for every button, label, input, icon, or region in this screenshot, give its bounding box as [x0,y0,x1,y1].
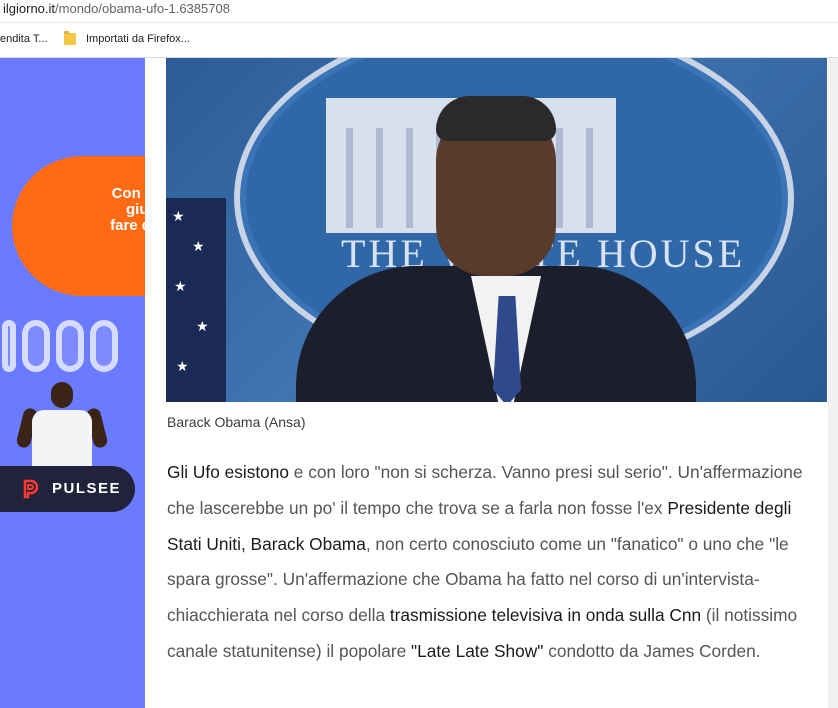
article-highlight: Gli Ufo esistono [167,462,289,482]
photo-caption: Barack Obama (Ansa) [167,414,306,430]
address-bar[interactable]: ilgiorno.it/mondo/obama-ufo-1.6385708 [0,0,838,23]
url-text[interactable]: ilgiorno.it/mondo/obama-ufo-1.6385708 [3,1,230,16]
bookmarks-bar: endita T... Importati da Firefox... [0,23,838,58]
ad-person-illustration [15,378,109,468]
article-photo: THE WHITE HOUSE ★ ★ ★ ★ ★ [166,58,827,402]
ad-brand-name: PULSEE [52,480,122,497]
article-body: Gli Ufo esistono e con loro "non si sche… [167,455,827,670]
us-flag: ★ ★ ★ ★ ★ [166,198,226,402]
balloon-digit-one [2,320,16,372]
bookmark-folder-firefox[interactable]: Importati da Firefox... [86,33,190,45]
ad-headline-bubble: Con l'energia giusta puoi fare qualsiasi… [12,156,145,296]
ad-headline: Con l'energia giusta puoi fare qualsiasi… [110,185,145,234]
speaker-figure [296,86,716,402]
ad-brand-pill[interactable]: PULSEE [0,466,135,512]
article-highlight: "Late Late Show" [411,640,544,661]
balloon-digit-zero [90,320,118,372]
folder-icon [64,31,76,45]
advertisement-banner[interactable]: Con l'energia giusta puoi fare qualsiasi… [0,58,145,708]
pulsee-logo-icon [23,479,38,499]
scrollbar[interactable] [828,58,838,708]
balloon-digit-zero [22,320,50,372]
bookmark-item[interactable]: endita T... [0,33,48,45]
article-highlight: trasmissione televisiva in onda sulla Cn… [389,605,702,626]
url-path: /mondo/obama-ufo-1.6385708 [55,1,230,16]
article-text: condotto da James Corden. [543,640,761,661]
balloon-digit-zero [56,320,84,372]
url-domain: ilgiorno.it [3,1,56,16]
